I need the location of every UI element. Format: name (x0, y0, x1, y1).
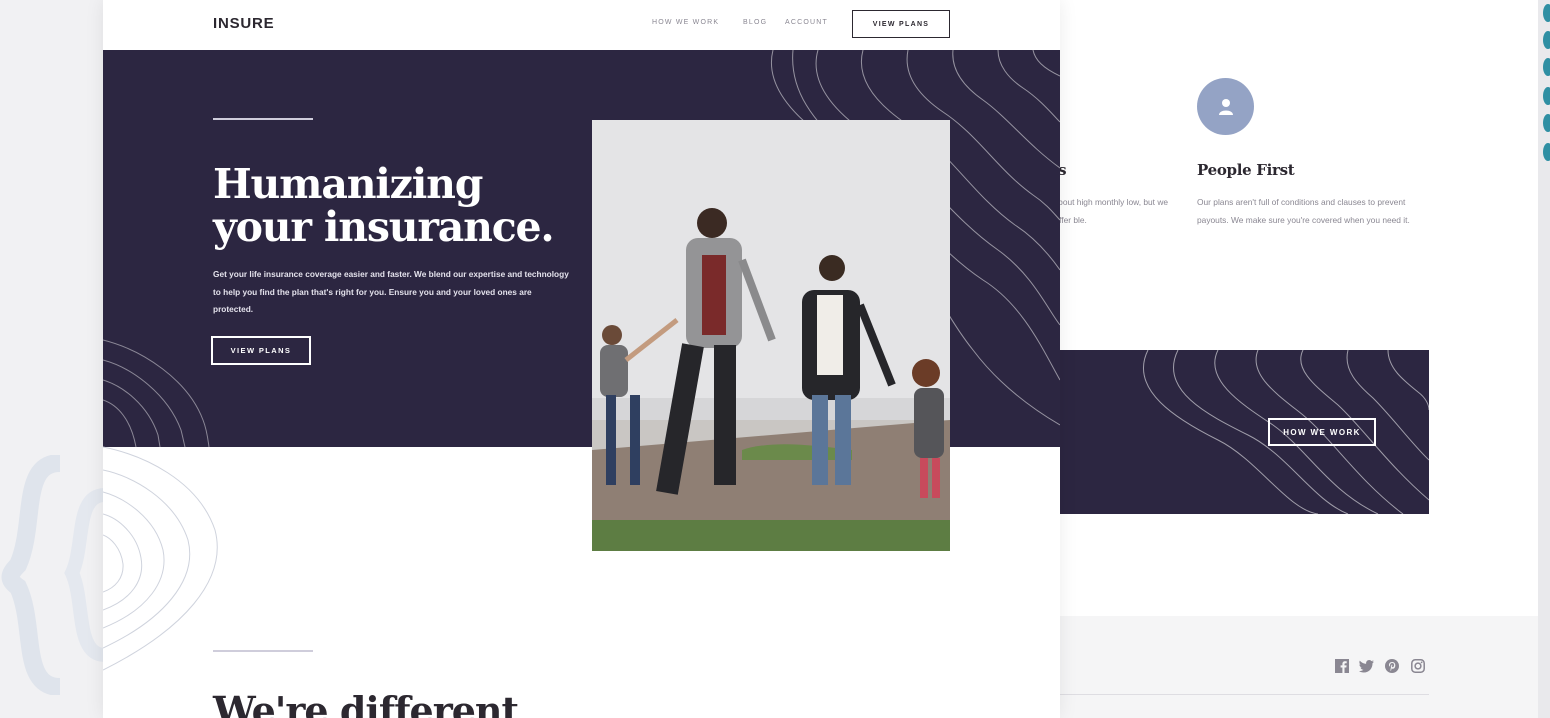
brand-logo[interactable]: INSURE (213, 15, 274, 32)
hero-title-line2: your insurance. (213, 203, 555, 251)
feature-title-people-first: People First (1197, 161, 1295, 179)
section-title: We're different (213, 688, 519, 718)
decorative-dot (1543, 114, 1550, 132)
footer-divider (1058, 694, 1429, 695)
hero-title: Humanizing your insurance. (213, 163, 593, 249)
decorative-dot (1543, 58, 1550, 76)
twitter-icon[interactable] (1358, 658, 1374, 674)
person-icon (1197, 78, 1254, 135)
family-photo (592, 120, 950, 551)
footer-preview (1058, 616, 1538, 718)
hero-accent-line (213, 118, 313, 120)
hero-description: Get your life insurance coverage easier … (213, 269, 569, 314)
cta-band: HOW WE WORK (1058, 350, 1429, 514)
contour-pattern (103, 446, 218, 671)
feature-text-people-first: Our plans aren't full of conditions and … (1197, 197, 1410, 225)
decorative-braces (1, 455, 107, 695)
nav-link-how-we-work[interactable]: HOW WE WORK (652, 19, 719, 26)
browser-edge (1538, 0, 1550, 718)
top-navigation: INSURE HOW WE WORK BLOG ACCOUNT VIEW PLA… (103, 0, 1060, 50)
section-accent-line (213, 650, 313, 652)
how-we-work-button[interactable]: HOW WE WORK (1268, 418, 1376, 446)
feature-text-partial: ing about high monthly low, but we still… (1040, 197, 1169, 225)
nav-link-blog[interactable]: BLOG (743, 19, 767, 26)
landing-page-preview: INSURE HOW WE WORK BLOG ACCOUNT VIEW PLA… (103, 0, 1060, 718)
hero-title-line1: Humanizing (213, 160, 483, 208)
decorative-dot (1543, 4, 1550, 22)
nav-link-account[interactable]: ACCOUNT (785, 19, 828, 26)
view-plans-nav-button[interactable]: VIEW PLANS (852, 10, 950, 38)
decorative-dot (1543, 31, 1550, 49)
facebook-icon[interactable] (1334, 658, 1350, 674)
instagram-icon[interactable] (1410, 658, 1426, 674)
decorative-dot (1543, 87, 1550, 105)
decorative-dot (1543, 143, 1550, 161)
pinterest-icon[interactable] (1384, 658, 1400, 674)
